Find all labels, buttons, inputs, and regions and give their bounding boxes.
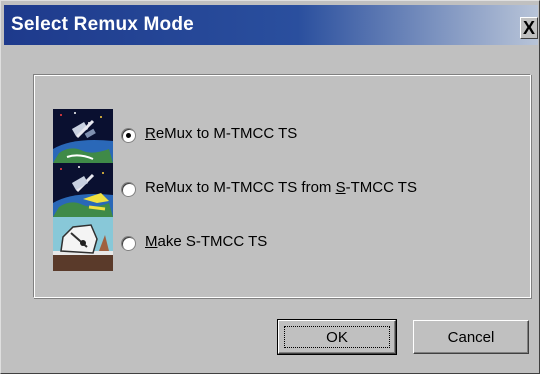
dialog-window: Select Remux Mode X ReMux to M-TMCC TS R… <box>0 0 540 374</box>
label-prefix: ReMux to M-TMCC TS from <box>145 179 336 196</box>
option-remux-m-tmcc[interactable]: ReMux to M-TMCC TS <box>53 109 493 163</box>
dish-antenna-icon <box>53 217 113 271</box>
option-label-remux-from-s-tmcc[interactable]: ReMux to M-TMCC TS from S-TMCC TS <box>145 179 417 196</box>
label-text: eMux to M-TMCC TS <box>155 125 298 142</box>
cancel-button[interactable]: Cancel <box>413 320 529 354</box>
radio-remux-from-s-tmcc[interactable] <box>121 182 136 197</box>
title-bar[interactable]: Select Remux Mode X <box>4 5 538 45</box>
mnemonic-s: S <box>335 179 346 196</box>
label-text: ake S-TMCC TS <box>157 233 268 250</box>
option-remux-from-s-tmcc[interactable]: ReMux to M-TMCC TS from S-TMCC TS <box>53 163 493 217</box>
ok-button[interactable]: OK <box>277 319 397 355</box>
option-label-remux-m-tmcc[interactable]: ReMux to M-TMCC TS <box>145 125 297 142</box>
close-button[interactable]: X <box>520 17 538 39</box>
ok-button-label: OK <box>284 326 390 348</box>
option-label-make-s-tmcc[interactable]: Make S-TMCC TS <box>145 233 267 250</box>
dialog-title: Select Remux Mode <box>11 14 194 35</box>
satellite-earth-icon <box>53 109 113 163</box>
radio-make-s-tmcc[interactable] <box>121 236 136 251</box>
satellite-relay-icon <box>53 163 113 217</box>
label-text: -TMCC TS <box>345 179 417 196</box>
mnemonic-r: R <box>145 125 156 142</box>
radio-remux-m-tmcc[interactable] <box>121 128 136 143</box>
option-make-s-tmcc[interactable]: Make S-TMCC TS <box>53 217 493 271</box>
close-icon: X <box>522 18 535 38</box>
mnemonic-m: M <box>145 233 158 250</box>
radio-selected-dot <box>126 133 131 138</box>
